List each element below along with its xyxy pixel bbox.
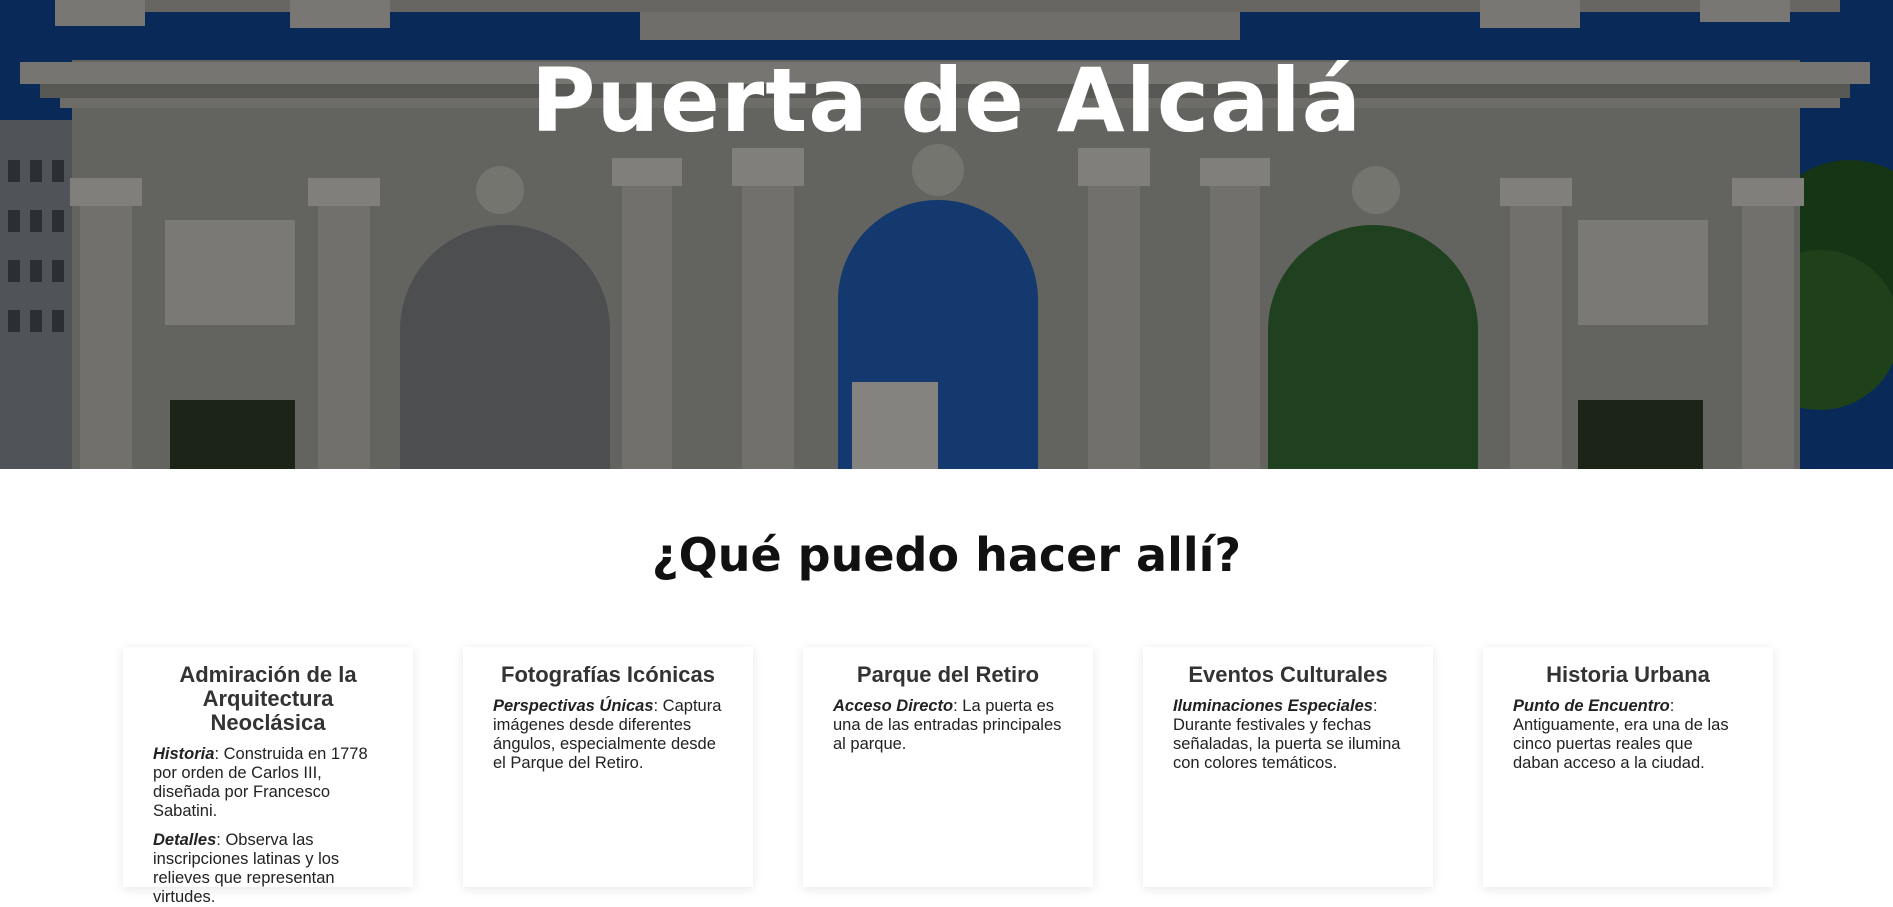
- activities-cards: Admiración de la Arquitectura Neoclásica…: [0, 647, 1893, 906]
- card-title: Fotografías Icónicas: [501, 662, 715, 687]
- card-item: Punto de Encuentro: Antiguamente, era un…: [1513, 697, 1743, 773]
- card-item-label: Iluminaciones Especiales: [1173, 697, 1373, 715]
- card-item: Acceso Directo: La puerta es una de las …: [833, 697, 1063, 754]
- card-item-label: Punto de Encuentro: [1513, 697, 1670, 715]
- hero-banner: Puerta de Alcalá: [0, 0, 1893, 469]
- card-item-label: Acceso Directo: [833, 697, 954, 715]
- section-title: ¿Qué puedo hacer allí?: [651, 528, 1242, 582]
- card-eventos: Eventos Culturales Iluminaciones Especia…: [1143, 647, 1433, 887]
- card-title: Historia Urbana: [1546, 662, 1710, 687]
- card-historia-urbana: Historia Urbana Punto de Encuentro: Anti…: [1483, 647, 1773, 887]
- card-item: Historia: Construida en 1778 por orden d…: [153, 745, 383, 821]
- card-item-label: Historia: [153, 745, 215, 763]
- card-title: Parque del Retiro: [856, 662, 1040, 687]
- card-parque-retiro: Parque del Retiro Acceso Directo: La pue…: [803, 647, 1093, 887]
- card-item: Iluminaciones Especiales: Durante festiv…: [1173, 697, 1403, 773]
- card-title: Eventos Culturales: [1188, 662, 1388, 687]
- card-title: Admiración de la Arquitectura Neoclásica: [179, 662, 357, 735]
- card-item-label: Detalles: [153, 831, 217, 849]
- page-title: Puerta de Alcalá: [531, 49, 1362, 152]
- card-item-label: Perspectivas Únicas: [493, 697, 654, 715]
- card-item: Detalles: Observa las inscripciones lati…: [153, 831, 383, 907]
- card-arquitectura: Admiración de la Arquitectura Neoclásica…: [123, 647, 413, 906]
- card-fotografias: Fotografías Icónicas Perspectivas Únicas…: [463, 647, 753, 887]
- card-item: Perspectivas Únicas: Captura imágenes de…: [493, 697, 723, 773]
